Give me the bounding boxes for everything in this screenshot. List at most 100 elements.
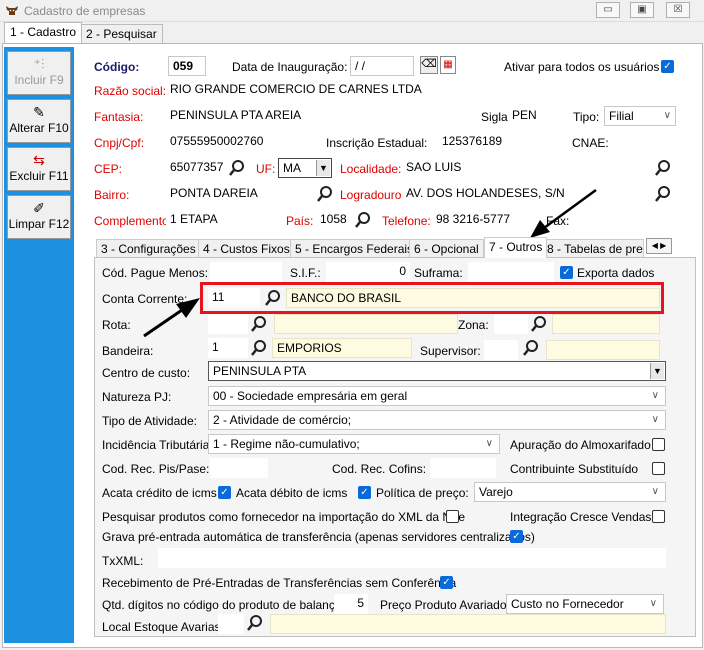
cep-search-icon[interactable] <box>228 159 246 177</box>
grava-checkbox[interactable]: ✓ <box>510 530 523 543</box>
complemento-field[interactable]: 1 ETAPA <box>166 210 274 230</box>
supervisor-search-icon[interactable] <box>522 339 540 357</box>
tab-configuracoes[interactable]: 3 - Configurações <box>96 239 201 258</box>
close-button[interactable]: ☒ <box>666 2 690 18</box>
politica-select[interactable]: Varejo ∨ <box>474 482 666 502</box>
tab-tabelas[interactable]: 8 - Tabelas de pre <box>542 239 644 258</box>
zona-search-icon[interactable] <box>530 315 548 333</box>
preco-avariado-label: Preço Produto Avariado: <box>380 598 510 612</box>
tab-cadastro[interactable]: 1 - Cadastro <box>4 22 83 43</box>
tab-encargos-federais[interactable]: 5 - Encargos Federais <box>290 239 419 258</box>
incluir-button[interactable]: ⁺⫶ Incluir F9 <box>7 51 71 95</box>
incidencia-select[interactable]: 1 - Regime não-cumulativo; ∨ <box>208 434 500 454</box>
acata-credito-checkbox[interactable]: ✓ <box>218 486 231 499</box>
incidencia-label: Incidência Tributária: <box>102 438 213 452</box>
rota-label: Rota: <box>102 318 131 332</box>
exporta-checkbox[interactable]: ✓ <box>560 266 573 279</box>
fantasia-field[interactable]: PENINSULA PTA AREIA <box>166 106 472 126</box>
rota-search-icon[interactable] <box>250 315 268 333</box>
pesquisar-label: Pesquisar produtos como fornecedor na im… <box>102 510 466 524</box>
limpar-button[interactable]: ✐ Limpar F12 <box>7 195 71 239</box>
telefone-field[interactable]: 98 3216-5777 <box>432 210 536 230</box>
rota-field[interactable] <box>208 314 248 334</box>
recebimento-checkbox[interactable]: ✓ <box>440 576 453 589</box>
bandeira-desc-field: EMPORIOS <box>272 338 412 358</box>
politica-label: Política de preço: <box>376 486 469 500</box>
tab-custos-fixos[interactable]: 4 - Custos Fixos <box>198 239 295 258</box>
sigla-field[interactable]: PEN <box>508 106 558 126</box>
logradouro-field[interactable]: AV. DOS HOLANDESES, S/N <box>402 184 652 204</box>
tab-scroll-arrows[interactable]: ◀ ▶ <box>646 238 672 254</box>
logradouro-label: Logradouro: <box>340 188 405 202</box>
ativar-checkbox[interactable]: ✓ <box>661 60 674 73</box>
localidade-field[interactable]: SAO LUIS <box>402 158 652 178</box>
pis-field[interactable] <box>210 458 268 478</box>
pague-menos-field[interactable] <box>210 262 282 282</box>
alterar-button[interactable]: ✎ Alterar F10 <box>7 99 71 143</box>
txxml-field[interactable] <box>158 548 666 568</box>
zona-field[interactable] <box>494 314 528 334</box>
bairro-field[interactable]: PONTA DAREIA <box>166 184 312 204</box>
chevron-down-icon: ∨ <box>485 438 493 449</box>
local-avarias-field[interactable] <box>218 614 244 634</box>
supervisor-field[interactable] <box>484 340 518 360</box>
local-avarias-search-icon[interactable] <box>246 614 264 632</box>
razao-label: Razão social: <box>94 84 167 98</box>
maximize-button[interactable]: ▣ <box>630 2 654 18</box>
preco-avariado-select[interactable]: Custo no Fornecedor ∨ <box>506 594 664 614</box>
acata-debito-checkbox[interactable]: ✓ <box>358 486 371 499</box>
bandeira-label: Bandeira: <box>102 344 154 358</box>
centro-select[interactable]: PENINSULA PTA ▼ <box>208 361 666 381</box>
minimize-button[interactable]: ▭ <box>596 2 620 18</box>
ativar-label: Ativar para todos os usuários <box>504 60 660 74</box>
sif-field[interactable]: 0 <box>326 262 410 282</box>
data-inauguracao-field[interactable]: / / <box>350 56 414 76</box>
fantasia-label: Fantasia: <box>94 110 144 124</box>
cep-field[interactable]: 65077357 <box>166 158 226 178</box>
cnae-field[interactable] <box>614 132 676 152</box>
qtd-field[interactable]: 5 <box>334 594 368 614</box>
acata-credito-label: Acata crédito de icms <box>102 486 217 500</box>
calendar-icon[interactable]: ▦ <box>440 56 456 74</box>
preco-avariado-value: Custo no Fornecedor <box>511 597 624 611</box>
tab-opcional[interactable]: 6 - Opcional <box>409 239 484 258</box>
bandeira-field[interactable]: 1 <box>208 338 248 358</box>
eraser-icon[interactable]: ⌫ <box>420 56 438 74</box>
plus-icon: ⁺⫶ <box>33 56 45 72</box>
razao-field[interactable]: RIO GRANDE COMERCIO DE CARNES LTDA <box>166 80 676 100</box>
integracao-checkbox[interactable] <box>652 510 665 523</box>
atividade-select[interactable]: 2 - Atividade de comércio; ∨ <box>208 410 666 430</box>
suframa-field[interactable] <box>468 262 554 282</box>
pais-field[interactable]: 1058 <box>316 210 350 230</box>
fax-field[interactable] <box>572 210 676 230</box>
ie-field[interactable]: 125376189 <box>438 132 552 152</box>
cnae-label: CNAE: <box>572 136 609 150</box>
localidade-label: Localidade: <box>340 162 402 176</box>
uf-select[interactable]: MA ▼ <box>278 158 332 178</box>
tab-outros[interactable]: 7 - Outros <box>484 237 548 258</box>
apuracao-checkbox[interactable] <box>652 438 665 451</box>
codigo-field[interactable]: 059 <box>168 56 206 76</box>
pais-search-icon[interactable] <box>354 211 372 229</box>
window-title: Cadastro de empresas <box>24 4 146 18</box>
cofins-field[interactable] <box>430 458 496 478</box>
excluir-button[interactable]: ⇆ Excluir F11 <box>7 147 71 191</box>
tab-pesquisar[interactable]: 2 - Pesquisar <box>80 24 163 43</box>
natureza-select[interactable]: 00 - Sociedade empresária em geral ∨ <box>208 386 666 406</box>
tipo-value: Filial <box>609 109 634 123</box>
tipo-label: Tipo: <box>573 110 600 124</box>
pesquisar-checkbox[interactable] <box>446 510 459 523</box>
tipo-select[interactable]: Filial ∨ <box>604 106 676 126</box>
centro-label: Centro de custo: <box>102 366 191 380</box>
bairro-search-icon[interactable] <box>316 185 334 203</box>
recebimento-label: Recebimento de Pré-Entradas de Transferê… <box>102 576 457 590</box>
local-avarias-label: Local Estoque Avarias: <box>102 620 224 634</box>
cnpj-field[interactable]: 07555950002760 <box>166 132 322 152</box>
localidade-search-icon[interactable] <box>654 159 672 177</box>
contribuinte-checkbox[interactable] <box>652 462 665 475</box>
pague-menos-label: Cód. Pague Menos: <box>102 266 209 280</box>
bandeira-search-icon[interactable] <box>250 339 268 357</box>
apuracao-label: Apuração do Almoxarifado <box>510 438 651 452</box>
logradouro-search-icon[interactable] <box>654 185 672 203</box>
ie-label: Inscrição Estadual: <box>326 136 428 150</box>
